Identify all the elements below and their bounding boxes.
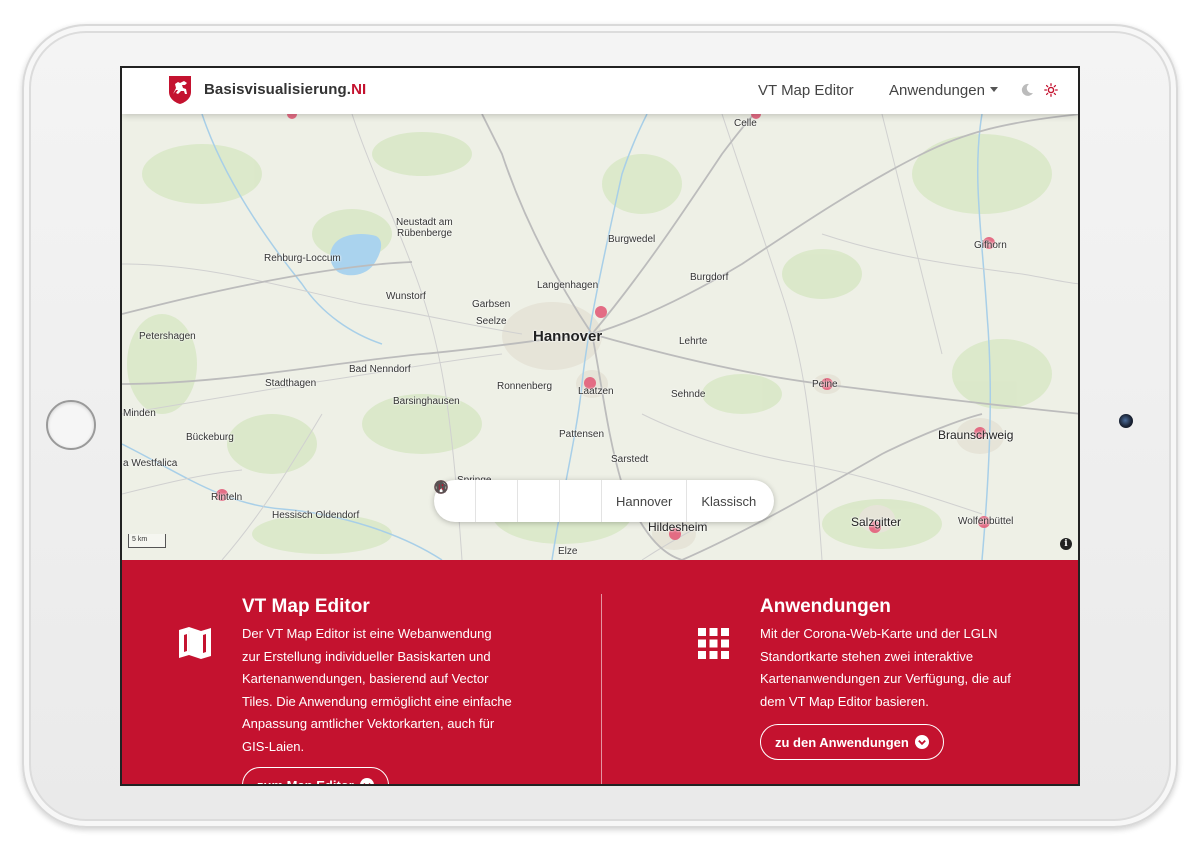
map-label-sarstedt: Sarstedt: [611, 454, 649, 465]
map-label-wolfenbuettel: Wolfenbüttel: [958, 516, 1014, 527]
map-label-langenhagen: Langenhagen: [537, 280, 599, 291]
map-label-gifhorn: Gifhorn: [974, 240, 1007, 251]
map-label-lehrte: Lehrte: [679, 336, 708, 347]
brand-title-main: Basisvisualisierung.: [204, 81, 352, 98]
map-label-celle: Celle: [734, 118, 757, 129]
map-label-bad-nenndorf: Bad Nenndorf: [349, 364, 411, 375]
nav-dropdown-label: Anwendungen: [889, 82, 985, 99]
map-location-select[interactable]: Hannover: [602, 480, 688, 522]
map-label-braunschweig: Braunschweig: [938, 428, 1014, 442]
editor-title: VT Map Editor: [242, 596, 370, 617]
map-pause-button[interactable]: [434, 480, 560, 522]
tablet-home-button[interactable]: [46, 400, 96, 450]
caret-down-icon: [989, 86, 998, 92]
go-to-apps-button[interactable]: zu den Anwendungen: [760, 724, 944, 760]
features-section: VT Map Editor Der VT Map Editor ist eine…: [122, 560, 1078, 786]
map-label-ronnenberg: Ronnenberg: [497, 381, 553, 392]
map-scale-bar: 5 km: [128, 534, 166, 548]
sun-icon[interactable]: [1044, 83, 1058, 97]
map-label-elze: Elze: [558, 546, 578, 557]
apps-title: Anwendungen: [760, 596, 891, 617]
map-label-seelze: Seelze: [476, 316, 507, 327]
go-to-map-editor-button[interactable]: zum Map Editor: [242, 767, 389, 786]
map-label-petershagen: Petershagen: [139, 331, 196, 342]
brand-title-accent: NI: [351, 81, 367, 98]
editor-description: Der VT Map Editor ist eine Webanwendung …: [242, 626, 512, 754]
nav-link-vt-map-editor[interactable]: VT Map Editor: [758, 82, 854, 99]
go-to-map-editor-label: zum Map Editor: [257, 777, 354, 786]
map-label-bueckeburg: Bückeburg: [186, 432, 234, 443]
features-divider: [601, 594, 602, 784]
map-locate-button[interactable]: [435, 480, 518, 522]
map-icon: [179, 627, 211, 659]
lower-saxony-horse-logo-icon[interactable]: [168, 75, 192, 105]
moon-icon[interactable]: [1020, 83, 1034, 97]
chevron-circle-down-icon: [359, 778, 374, 784]
map-label-sehnde: Sehnde: [671, 389, 706, 400]
map-label-hildesheim: Hildesheim: [648, 520, 708, 534]
map-label-garbsen: Garbsen: [472, 299, 511, 310]
map-view[interactable]: Celle Neustadt am Rübenberge Burgwedel G…: [122, 114, 1078, 560]
map-label-rehburg-loccum: Rehburg-Loccum: [264, 253, 341, 264]
map-label-stadthagen: Stadthagen: [265, 378, 317, 389]
grid-icon: [698, 628, 729, 659]
play-icon: [434, 480, 448, 494]
map-label-hessisch-oldendorf: Hessisch Oldendorf: [272, 510, 360, 521]
tablet-camera: [1119, 414, 1133, 428]
map-label-rinteln: Rinteln: [211, 492, 243, 503]
map-label-burgwedel: Burgwedel: [608, 234, 656, 245]
map-label-porta-westfalica: a Westfalica: [123, 458, 178, 469]
apps-description: Mit der Corona-Web-Karte und der LGLN St…: [760, 626, 1011, 709]
map-control-bar: Hannover Klassisch: [434, 480, 774, 522]
chevron-circle-down-icon: [914, 735, 929, 749]
map-label-wunstorf: Wunstorf: [386, 291, 426, 302]
map-label-burgdorf: Burgdorf: [690, 272, 729, 283]
map-label-salzgitter: Salzgitter: [851, 515, 902, 529]
top-navbar: Basisvisualisierung.NI VT Map Editor Anw…: [122, 68, 1078, 114]
map-label-minden: Minden: [123, 408, 156, 419]
map-label-hannover: Hannover: [533, 328, 603, 345]
map-label-neustadt-line2: Rübenberge: [397, 228, 453, 239]
map-label-peine: Peine: [812, 379, 838, 390]
go-to-apps-label: zu den Anwendungen: [775, 734, 909, 750]
map-play-button[interactable]: [434, 480, 602, 522]
map-style-select[interactable]: Klassisch: [687, 480, 770, 522]
map-label-pattensen: Pattensen: [559, 429, 605, 440]
map-label-laatzen: Laatzen: [578, 386, 614, 397]
map-label-barsinghausen: Barsinghausen: [393, 396, 460, 407]
brand-title[interactable]: Basisvisualisierung.NI: [204, 81, 366, 98]
nav-dropdown-anwendungen[interactable]: Anwendungen: [889, 82, 998, 99]
map-info-icon[interactable]: i: [1060, 538, 1072, 550]
app-screen: Basisvisualisierung.NI VT Map Editor Anw…: [120, 66, 1080, 786]
